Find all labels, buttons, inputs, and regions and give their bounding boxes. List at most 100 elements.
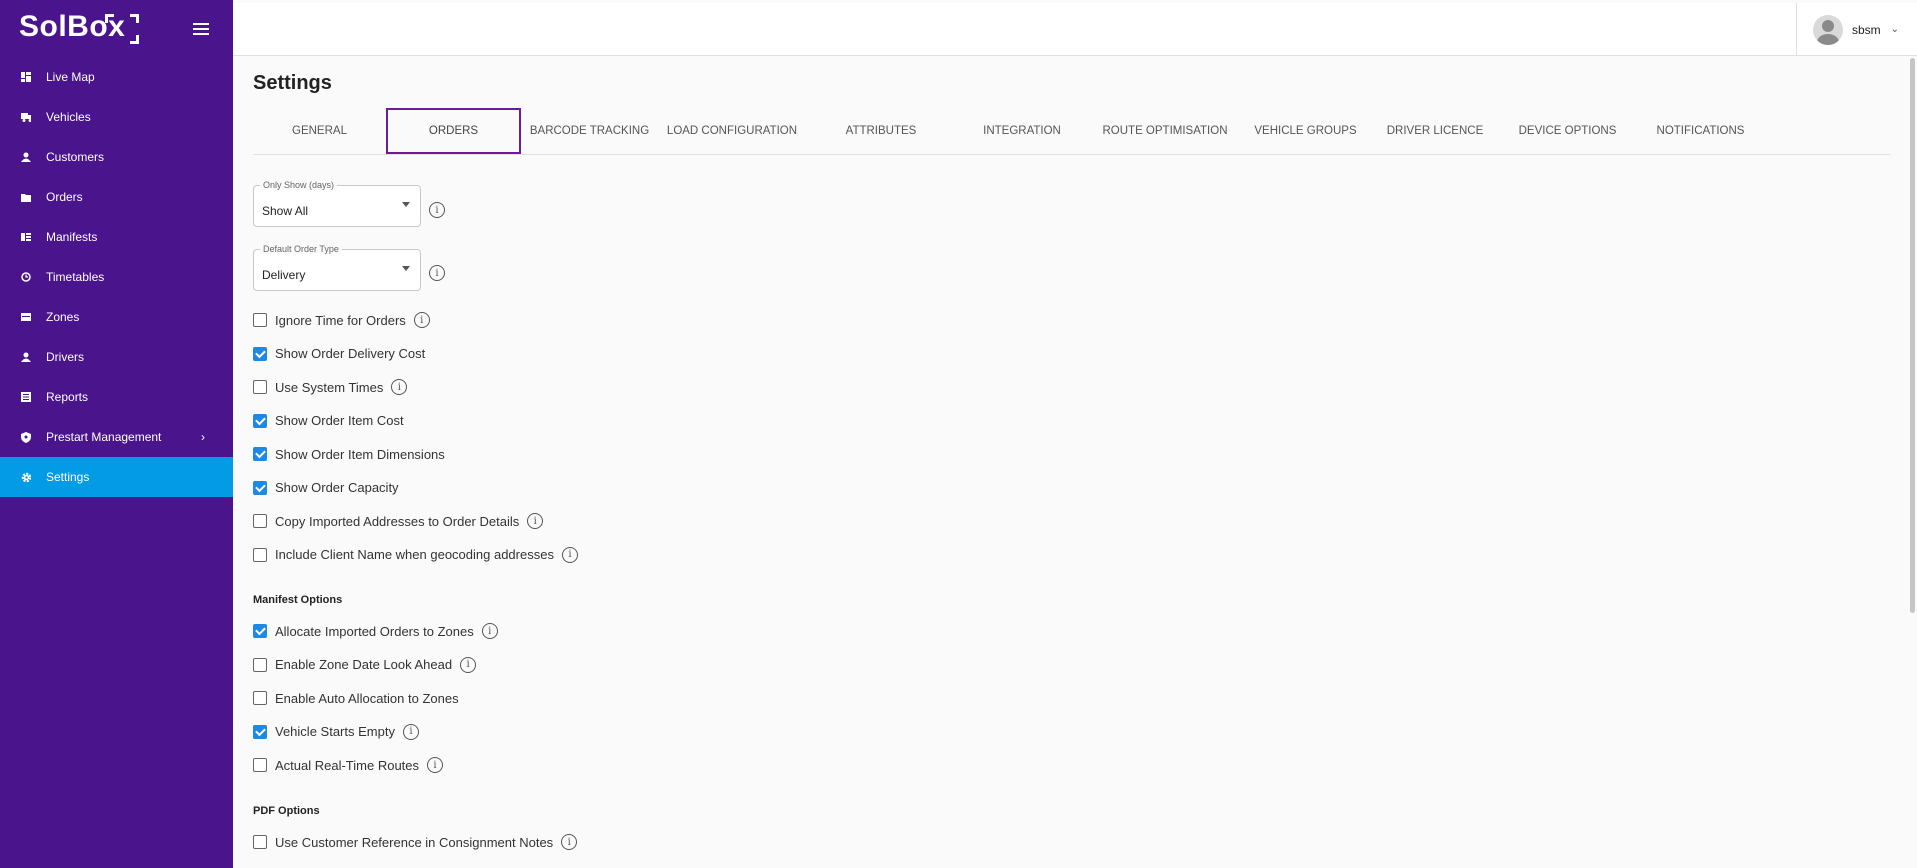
checkbox-label: Enable Auto Allocation to Zones (275, 690, 459, 706)
info-icon[interactable]: i (527, 513, 544, 529)
checkbox-unchecked[interactable] (253, 380, 267, 394)
sidebar-item-label: Reports (46, 390, 89, 404)
checkbox-row-vehicle-starts-empty[interactable]: Vehicle Starts Empty i (253, 722, 419, 742)
sidebar: SolBox Live Map Vehicles Customers Order… (0, 0, 233, 868)
sidebar-item-label: Manifests (46, 230, 98, 244)
only-show-days-select[interactable]: Only Show (days) Show All (253, 180, 421, 227)
checkbox-label: Show Order Item Cost (275, 413, 404, 428)
only-show-days-value: Show All (262, 204, 309, 218)
sidebar-item-zones[interactable]: Zones (0, 297, 233, 337)
tab-notifications[interactable]: NOTIFICATIONS (1634, 108, 1767, 154)
tab-vehicle-groups[interactable]: VEHICLE GROUPS (1242, 108, 1369, 154)
folder-icon (21, 192, 31, 202)
tab-device-options[interactable]: DEVICE OPTIONS (1501, 108, 1634, 154)
gear-icon (21, 472, 31, 482)
checkbox-checked[interactable] (253, 724, 267, 739)
sidebar-item-label: Settings (46, 470, 90, 484)
dropdown-arrow-icon (402, 266, 410, 271)
menu-toggle-icon[interactable] (193, 23, 209, 35)
info-icon[interactable]: i (429, 265, 445, 281)
sidebar-item-reports[interactable]: Reports (0, 377, 233, 417)
checkbox-row-ignore-time-for-orders[interactable]: Ignore Time for Orders i (253, 310, 430, 330)
info-icon[interactable]: i (460, 656, 477, 673)
sidebar-item-drivers[interactable]: Drivers (0, 337, 233, 377)
checkbox-label: Enable Zone Date Look Ahead (275, 657, 453, 672)
info-icon[interactable]: i (429, 202, 445, 218)
checkbox-row-show-order-delivery-cost[interactable]: Show Order Delivery Cost (253, 344, 425, 364)
solbox-logo[interactable]: SolBox (19, 10, 139, 44)
default-order-type-select[interactable]: Default Order Type Delivery (253, 244, 421, 291)
checkbox-label: Copy Imported Addresses to Order Details (275, 513, 520, 529)
sidebar-item-label: Live Map (46, 70, 95, 84)
sidebar-item-label: Prestart Management (46, 430, 162, 444)
checkbox-row-enable-auto-allocation-to-zones[interactable]: Enable Auto Allocation to Zones (253, 688, 459, 708)
checkbox-row-use-customer-reference-in-consignment-notes[interactable]: Use Customer Reference in Consignment No… (253, 832, 578, 852)
tab-general[interactable]: GENERAL (253, 108, 386, 154)
info-icon[interactable]: i (561, 834, 578, 850)
checkbox-unchecked[interactable] (253, 835, 267, 849)
checkbox-label: Use System Times (275, 379, 384, 395)
checkbox-row-show-order-item-cost[interactable]: Show Order Item Cost (253, 411, 404, 431)
sidebar-item-label: Customers (46, 150, 105, 164)
checkbox-unchecked[interactable] (253, 657, 267, 672)
checkbox-checked[interactable] (253, 480, 267, 495)
info-icon[interactable]: i (561, 546, 578, 563)
list-icon (21, 232, 31, 242)
info-icon[interactable]: i (391, 379, 408, 395)
checkbox-row-show-order-item-dimensions[interactable]: Show Order Item Dimensions (253, 444, 445, 464)
truck-icon (21, 112, 31, 122)
checkbox-unchecked[interactable] (253, 313, 267, 327)
tab-orders[interactable]: ORDERS (386, 108, 521, 154)
sidebar-item-vehicles[interactable]: Vehicles (0, 97, 233, 137)
user-menu[interactable]: sbsm ⌄ (1796, 3, 1917, 56)
info-icon[interactable]: i (402, 723, 419, 740)
only-show-days-label: Only Show (days) (260, 180, 338, 190)
checkbox-row-enable-zone-date-look-ahead[interactable]: Enable Zone Date Look Ahead i (253, 655, 477, 675)
tab-route-optimisation[interactable]: ROUTE OPTIMISATION (1088, 108, 1242, 154)
info-icon[interactable]: i (427, 757, 444, 773)
topbar: sbsm ⌄ (233, 3, 1917, 56)
checkbox-checked[interactable] (253, 624, 267, 638)
sidebar-item-settings[interactable]: Settings (0, 457, 233, 497)
checkbox-row-allocate-imported-orders-to-zones[interactable]: Allocate Imported Orders to Zones i (253, 621, 498, 641)
checkbox-checked[interactable] (253, 413, 267, 428)
tab-integration[interactable]: INTEGRATION (956, 108, 1088, 154)
sidebar-item-customers[interactable]: Customers (0, 137, 233, 177)
checkbox-row-include-client-name-when-geocoding-addresses[interactable]: Include Client Name when geocoding addre… (253, 545, 578, 565)
sidebar-item-orders[interactable]: Orders (0, 177, 233, 217)
checkbox-unchecked[interactable] (253, 514, 267, 528)
sidebar-item-timetables[interactable]: Timetables (0, 257, 233, 297)
scrollbar[interactable] (1910, 58, 1915, 613)
checkbox-label: Include Client Name when geocoding addre… (275, 547, 554, 562)
sidebar-item-label: Drivers (46, 350, 84, 364)
person-icon (21, 152, 31, 162)
checkbox-checked[interactable] (253, 447, 267, 461)
checkbox-label: Show Order Item Dimensions (275, 446, 445, 462)
tab-load-configuration[interactable]: LOAD CONFIGURATION (658, 108, 806, 154)
tab-driver-licence[interactable]: DRIVER LICENCE (1369, 108, 1501, 154)
info-icon[interactable]: i (413, 312, 430, 328)
checkbox-row-copy-imported-addresses-to-order-details[interactable]: Copy Imported Addresses to Order Details… (253, 511, 544, 531)
checkbox-unchecked[interactable] (253, 547, 267, 562)
sidebar-item-prestart-management[interactable]: Prestart Management › (0, 417, 233, 457)
checkbox-label: Use Customer Reference in Consignment No… (275, 834, 554, 850)
sidebar-item-manifests[interactable]: Manifests (0, 217, 233, 257)
info-icon[interactable]: i (481, 623, 498, 639)
settings-tabs: GENERAL ORDERS BARCODE TRACKING LOAD CON… (253, 108, 1890, 155)
brand: SolBox (0, 0, 233, 58)
sidebar-item-label: Zones (46, 310, 80, 324)
sidebar-item-live-map[interactable]: Live Map (0, 57, 233, 97)
checkbox-row-show-order-capacity[interactable]: Show Order Capacity (253, 478, 399, 498)
person-icon (21, 352, 31, 362)
tab-attributes[interactable]: ATTRIBUTES (806, 108, 956, 154)
checkbox-row-use-system-times[interactable]: Use System Times i (253, 377, 408, 397)
checkbox-unchecked[interactable] (253, 691, 267, 705)
sidebar-item-label: Orders (46, 190, 83, 204)
checkbox-label: Allocate Imported Orders to Zones (275, 623, 474, 639)
tab-barcode-tracking[interactable]: BARCODE TRACKING (521, 108, 658, 154)
sidebar-item-label: Vehicles (46, 110, 91, 124)
checkbox-label: Show Order Capacity (275, 480, 399, 495)
checkbox-row-actual-real-time-routes[interactable]: Actual Real-Time Routes i (253, 755, 444, 775)
checkbox-checked[interactable] (253, 346, 267, 361)
checkbox-unchecked[interactable] (253, 758, 267, 772)
